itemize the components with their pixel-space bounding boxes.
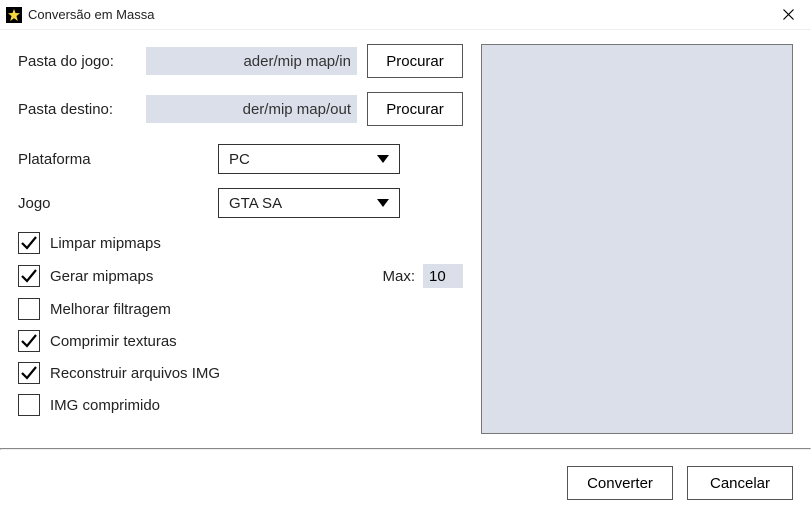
dest-folder-input[interactable]	[146, 95, 357, 123]
app-icon	[6, 7, 22, 23]
browse-game-folder-button[interactable]: Procurar	[367, 44, 463, 78]
rebuild-img-checkbox[interactable]	[18, 362, 40, 384]
platform-label: Plataforma	[18, 151, 208, 168]
chevron-down-icon	[377, 155, 389, 163]
gen-mipmaps-checkbox[interactable]	[18, 265, 40, 287]
cancel-button[interactable]: Cancelar	[687, 466, 793, 500]
platform-select[interactable]: PC	[218, 144, 400, 174]
clear-mipmaps-label: Limpar mipmaps	[50, 235, 161, 252]
titlebar: Conversão em Massa	[0, 0, 811, 30]
improve-filtering-label: Melhorar filtragem	[50, 301, 171, 318]
clear-mipmaps-checkbox[interactable]	[18, 232, 40, 254]
dest-folder-label: Pasta destino:	[18, 101, 136, 118]
compressed-img-label: IMG comprimido	[50, 397, 160, 414]
chevron-down-icon	[377, 199, 389, 207]
window-title: Conversão em Massa	[28, 7, 766, 22]
game-select[interactable]: GTA SA	[218, 188, 400, 218]
max-label: Max:	[382, 268, 415, 285]
improve-filtering-checkbox[interactable]	[18, 298, 40, 320]
rebuild-img-label: Reconstruir arquivos IMG	[50, 365, 220, 382]
convert-button[interactable]: Converter	[567, 466, 673, 500]
game-label: Jogo	[18, 195, 208, 212]
gen-mipmaps-label: Gerar mipmaps	[50, 268, 153, 285]
game-folder-input[interactable]	[146, 47, 357, 75]
compress-textures-label: Comprimir texturas	[50, 333, 177, 350]
close-button[interactable]	[766, 0, 811, 30]
preview-panel	[481, 44, 793, 434]
browse-dest-folder-button[interactable]: Procurar	[367, 92, 463, 126]
compress-textures-checkbox[interactable]	[18, 330, 40, 352]
compressed-img-checkbox[interactable]	[18, 394, 40, 416]
game-select-value: GTA SA	[229, 195, 282, 212]
max-mipmaps-input[interactable]	[423, 264, 463, 288]
platform-select-value: PC	[229, 151, 250, 168]
game-folder-label: Pasta do jogo:	[18, 53, 136, 70]
